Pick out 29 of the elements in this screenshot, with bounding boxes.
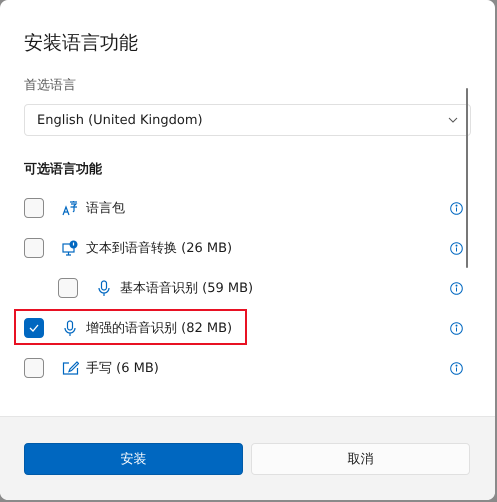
checkbox[interactable] xyxy=(58,278,78,298)
microphone-icon xyxy=(97,280,111,296)
field-label: 首选语言 xyxy=(24,77,77,94)
install-button[interactable]: 安装 xyxy=(24,443,243,475)
feature-label: 手写 (6 MB) xyxy=(86,360,159,377)
info-icon[interactable] xyxy=(450,362,463,374)
feature-label: 文本到语音转换 (26 MB) xyxy=(86,240,232,257)
pen-icon xyxy=(62,361,78,375)
checkmark-icon xyxy=(28,323,40,333)
section-title: 可选语言功能 xyxy=(24,160,103,178)
info-icon[interactable] xyxy=(450,202,463,214)
checkbox[interactable] xyxy=(24,318,44,338)
feature-label: 增强的语音识别 (82 MB) xyxy=(86,320,232,337)
checkbox[interactable] xyxy=(24,358,44,378)
display-speech-icon xyxy=(62,240,78,256)
feature-label: 基本语音识别 (59 MB) xyxy=(120,280,254,297)
language-dropdown[interactable]: English (United Kingdom) xyxy=(24,104,471,136)
language-icon xyxy=(62,200,78,216)
checkbox[interactable] xyxy=(24,198,44,218)
checkbox[interactable] xyxy=(24,238,44,258)
info-icon[interactable] xyxy=(450,282,463,294)
dialog-title: 安装语言功能 xyxy=(24,31,139,56)
cancel-button[interactable]: 取消 xyxy=(251,443,470,475)
scrollbar[interactable] xyxy=(466,88,468,268)
feature-label: 语言包 xyxy=(86,200,125,217)
chevron-icon xyxy=(448,117,458,123)
info-icon[interactable] xyxy=(450,242,463,254)
info-icon[interactable] xyxy=(450,322,463,334)
microphone-icon xyxy=(63,320,77,336)
